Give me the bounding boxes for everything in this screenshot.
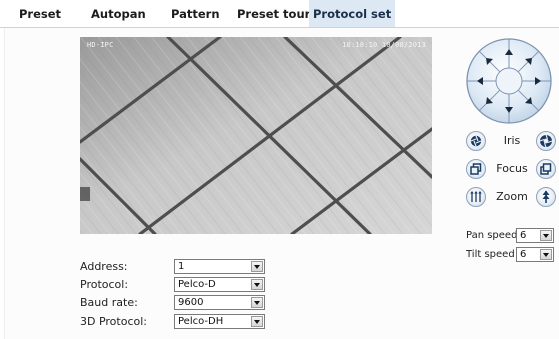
chevron-down-icon[interactable] — [251, 279, 263, 290]
protocol-3d-row: 3D Protocol: Pelco-DH — [80, 314, 270, 329]
chevron-down-icon[interactable] — [540, 249, 552, 260]
address-row: Address: 1 — [80, 259, 270, 274]
ptz-right-button[interactable] — [529, 72, 547, 90]
tab-preset[interactable]: Preset — [19, 0, 61, 27]
tab-pattern[interactable]: Pattern — [171, 0, 220, 27]
baud-rate-value: 9600 — [178, 297, 204, 308]
tab-preset-tour[interactable]: Preset tour — [237, 0, 310, 27]
ptz-down-button[interactable] — [500, 101, 518, 119]
address-select[interactable]: 1 — [174, 259, 265, 274]
ptz-up-left-button[interactable] — [478, 50, 496, 68]
iris-open-icon[interactable] — [536, 131, 556, 151]
focus-label: Focus — [496, 162, 528, 175]
focus-far-icon[interactable] — [536, 159, 556, 179]
focus-control: Focus — [466, 159, 556, 181]
ptz-down-left-button[interactable] — [478, 94, 496, 112]
zoom-control: Zoom — [466, 187, 556, 209]
live-video-view[interactable]: HD-IPC 10:18:10 10/08/2013 — [80, 37, 432, 234]
ptz-up-right-button[interactable] — [522, 50, 540, 68]
pan-speed-value: 6 — [520, 230, 527, 241]
pan-speed-row: Pan speed 6 — [466, 228, 556, 245]
chevron-down-icon[interactable] — [540, 230, 552, 241]
ptz-up-button[interactable] — [500, 43, 518, 61]
protocol-select[interactable]: Pelco-D — [174, 277, 265, 292]
protocol-3d-label: 3D Protocol: — [80, 315, 147, 328]
tilt-speed-value: 6 — [520, 249, 527, 260]
address-value: 1 — [178, 261, 185, 272]
tilt-speed-row: Tilt speed 6 — [466, 247, 556, 264]
pan-speed-label: Pan speed — [466, 230, 518, 241]
ptz-direction-wheel — [465, 37, 553, 125]
protocol-value: Pelco-D — [178, 279, 216, 290]
baud-rate-label: Baud rate: — [80, 296, 138, 309]
address-label: Address: — [80, 260, 128, 273]
chevron-down-icon[interactable] — [251, 297, 263, 308]
chevron-down-icon[interactable] — [251, 261, 263, 272]
zoom-in-icon[interactable] — [536, 187, 556, 207]
focus-near-icon[interactable] — [466, 159, 486, 179]
protocol-3d-select[interactable]: Pelco-DH — [174, 314, 265, 329]
zoom-out-icon[interactable] — [466, 187, 486, 207]
tilt-speed-select[interactable]: 6 — [516, 247, 554, 262]
chevron-down-icon[interactable] — [251, 316, 263, 327]
tab-bar: Preset Autopan Pattern Preset tour Proto… — [0, 0, 559, 28]
iris-control: Iris — [466, 131, 556, 153]
video-frame-image — [80, 37, 432, 234]
iris-label: Iris — [503, 134, 521, 147]
tab-protocol-set[interactable]: Protocol set — [309, 0, 396, 27]
baud-rate-row: Baud rate: 9600 — [80, 295, 270, 310]
zoom-label: Zoom — [496, 190, 528, 203]
protocol-3d-value: Pelco-DH — [178, 316, 224, 327]
ptz-left-button[interactable] — [471, 72, 489, 90]
protocol-label: Protocol: — [80, 278, 129, 291]
ptz-down-right-button[interactable] — [522, 94, 540, 112]
osd-camera-name: HD-IPC — [87, 41, 114, 49]
tilt-speed-label: Tilt speed — [466, 249, 515, 260]
pan-speed-select[interactable]: 6 — [516, 228, 554, 243]
iris-close-icon[interactable] — [466, 131, 486, 151]
osd-timestamp: 10:18:10 10/08/2013 — [342, 41, 426, 49]
protocol-row: Protocol: Pelco-D — [80, 277, 270, 292]
tab-autopan[interactable]: Autopan — [91, 0, 146, 27]
baud-rate-select[interactable]: 9600 — [174, 295, 265, 310]
